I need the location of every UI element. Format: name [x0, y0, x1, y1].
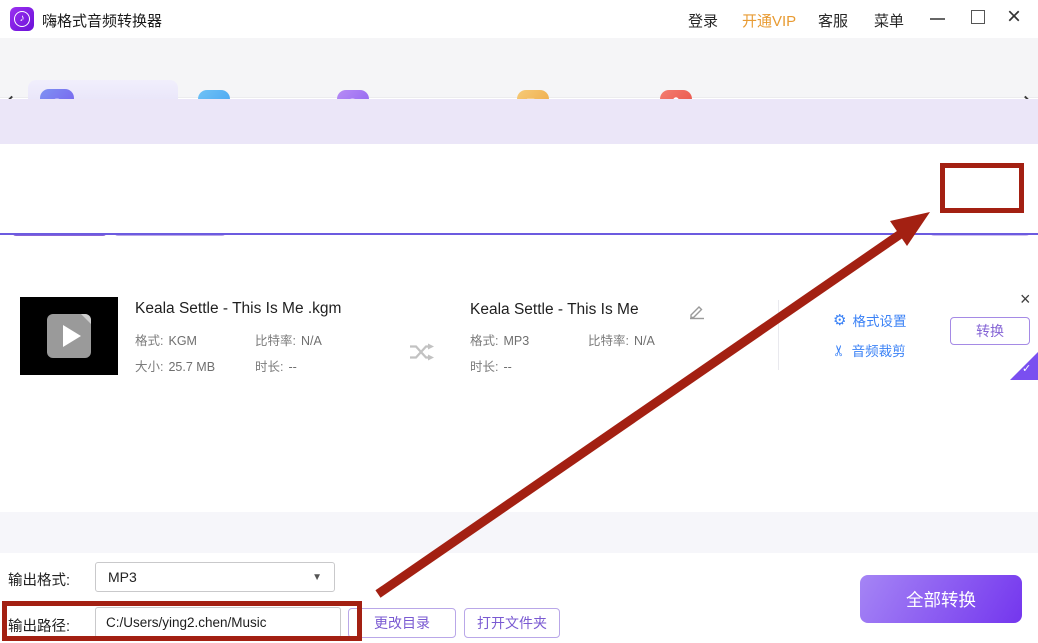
- audio-trim-label: 音频裁剪: [851, 344, 906, 359]
- file-list-item[interactable]: Keala Settle - This Is Me .kgm 格式: KGM 比特…: [0, 145, 1038, 380]
- source-format: 格式: KGM: [135, 334, 197, 348]
- output-path-input[interactable]: [95, 607, 341, 638]
- output-file-name: Keala Settle - This Is Me: [470, 301, 639, 318]
- maximize-button[interactable]: [971, 10, 985, 24]
- remove-file-icon[interactable]: ×: [1020, 289, 1031, 309]
- format-settings-button[interactable]: ⚙ 格式设置: [833, 310, 906, 330]
- music-note-icon: ♪: [14, 11, 30, 27]
- menu-link[interactable]: 菜单: [874, 10, 904, 31]
- source-bitrate: 比特率: N/A: [255, 334, 322, 348]
- row-divider: [778, 300, 779, 370]
- output-path-label: 输出路径:: [8, 619, 71, 635]
- output-format-value: MP3: [108, 569, 137, 585]
- file-toolbar: ⊕ 添加文件 添加文件夹 删除选中: [0, 99, 1038, 236]
- change-directory-button[interactable]: 更改目录: [348, 608, 456, 638]
- vip-link[interactable]: 开通VIP: [742, 10, 796, 31]
- output-format: 格式: MP3: [470, 334, 530, 348]
- source-duration: 时长: --: [255, 360, 297, 374]
- convert-all-button[interactable]: 全部转换: [860, 575, 1022, 623]
- selected-check-icon: ✓: [1022, 363, 1032, 375]
- app-window: ♪ 嗨格式音频转换器 登录 开通VIP 客服 菜单 × 音频转换 音频压缩 人声…: [0, 0, 1038, 643]
- audio-trim-button[interactable]: ✂ 音频裁剪: [830, 340, 906, 360]
- app-title: 嗨格式音频转换器: [42, 13, 163, 30]
- edit-pencil-icon[interactable]: [688, 302, 706, 320]
- close-button[interactable]: ×: [1007, 2, 1021, 32]
- output-format-dropdown[interactable]: MP3 ▼: [95, 562, 335, 592]
- file-thumbnail: [20, 297, 118, 375]
- output-duration: 时长: --: [470, 360, 512, 374]
- titlebar: ♪ 嗨格式音频转换器 登录 开通VIP 客服 菜单 ×: [0, 0, 1038, 38]
- selection-bar: ✓ 全选 已选择 1 个媒体文件: [0, 512, 1038, 553]
- minimize-button[interactable]: [930, 18, 945, 20]
- output-bitrate: 比特率: N/A: [588, 334, 655, 348]
- output-format-label: 输出格式:: [8, 573, 71, 589]
- caret-down-icon: ▼: [312, 571, 322, 583]
- play-file-icon: [47, 314, 91, 358]
- open-folder-button[interactable]: 打开文件夹: [464, 608, 560, 638]
- gear-icon: ⚙: [833, 311, 847, 329]
- app-logo-icon: ♪: [10, 7, 34, 31]
- source-file-name: Keala Settle - This Is Me .kgm: [135, 300, 342, 317]
- shuffle-arrows-icon: [410, 343, 434, 361]
- support-link[interactable]: 客服: [818, 10, 848, 31]
- login-link[interactable]: 登录: [688, 10, 718, 31]
- scissors-icon: ✂: [830, 343, 848, 357]
- format-settings-label: 格式设置: [852, 314, 907, 329]
- convert-button[interactable]: 转换: [950, 317, 1030, 345]
- source-size: 大小: 25.7 MB: [135, 360, 216, 374]
- tabbar: 音频转换 音频压缩 人声/伴奏提取 音频合并 音频提取: [0, 38, 1038, 135]
